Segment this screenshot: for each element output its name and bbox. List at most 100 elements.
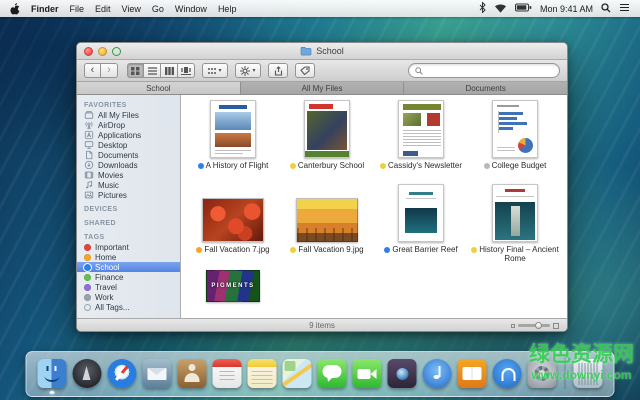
- sidebar-tag-work[interactable]: Work: [77, 292, 180, 302]
- dock-icon-photo-booth[interactable]: [388, 359, 417, 388]
- column-view-button[interactable]: [161, 63, 178, 78]
- sidebar-item-label: Travel: [95, 283, 117, 292]
- dock-icon-contacts[interactable]: [178, 359, 207, 388]
- minimize-button[interactable]: [98, 47, 107, 56]
- sidebar-tag-home[interactable]: Home: [77, 252, 180, 262]
- tag-dot: [84, 254, 91, 261]
- zoom-button[interactable]: [112, 47, 121, 56]
- tag-dot: [380, 163, 386, 169]
- sidebar-tag-school[interactable]: School: [77, 262, 180, 272]
- pictures-icon: [84, 190, 94, 200]
- window-titlebar[interactable]: School: [77, 43, 567, 60]
- sidebar-tag-finance[interactable]: Finance: [77, 272, 180, 282]
- share-button[interactable]: [268, 63, 288, 78]
- sidebar-tag-important[interactable]: Important: [77, 242, 180, 252]
- apple-menu-icon[interactable]: [10, 3, 20, 15]
- window-toolbar: ‹ › ▾ ▾: [77, 60, 567, 82]
- file-item[interactable]: Cassidy's Newsletter: [374, 98, 468, 182]
- file-thumbnail: [468, 182, 562, 242]
- battery-icon[interactable]: [515, 3, 532, 14]
- menu-edit[interactable]: Edit: [95, 4, 111, 14]
- back-button[interactable]: ‹: [84, 63, 101, 78]
- sidebar-header-devices[interactable]: DEVICES: [77, 204, 180, 214]
- menu-clock[interactable]: Mon 9:41 AM: [540, 4, 593, 14]
- sidebar-item-music[interactable]: Music: [77, 180, 180, 190]
- menu-finder[interactable]: Finder: [31, 4, 59, 14]
- file-item[interactable]: History Final – Ancient Rome: [468, 182, 562, 266]
- file-browser-content[interactable]: A History of Flight Canterbury School Ca…: [181, 95, 567, 318]
- file-item[interactable]: College Budget: [468, 98, 562, 182]
- dock-icon-finder[interactable]: [38, 359, 67, 388]
- document-thumbnail-art: [210, 100, 256, 158]
- sidebar-item-pictures[interactable]: Pictures: [77, 190, 180, 200]
- menu-file[interactable]: File: [70, 4, 85, 14]
- file-name: History Final – Ancient Rome: [479, 245, 559, 263]
- wifi-icon[interactable]: [494, 3, 507, 15]
- dock-icon-maps[interactable]: [283, 359, 312, 388]
- spotlight-icon[interactable]: [601, 3, 611, 15]
- forward-button[interactable]: ›: [101, 63, 118, 78]
- sidebar-item-downloads[interactable]: Downloads: [77, 160, 180, 170]
- dock-icon-notes[interactable]: [248, 359, 277, 388]
- file-item[interactable]: PIGMENTS: [186, 266, 280, 312]
- sidebar-item-all-my-files[interactable]: All My Files: [77, 110, 180, 120]
- sidebar-item-airdrop[interactable]: AirDrop: [77, 120, 180, 130]
- dock-icon-messages[interactable]: [318, 359, 347, 388]
- menu-go[interactable]: Go: [152, 4, 164, 14]
- close-button[interactable]: [84, 47, 93, 56]
- dock-icon-launchpad[interactable]: [73, 359, 102, 388]
- action-menu-button[interactable]: ▾: [235, 63, 261, 78]
- tag-dot: [84, 264, 91, 271]
- all-my-files-icon: [84, 110, 94, 120]
- bluetooth-icon[interactable]: [479, 2, 486, 15]
- file-item[interactable]: Fall Vacation 9.jpg: [280, 182, 374, 266]
- window-title-text: School: [316, 46, 344, 56]
- file-item[interactable]: Canterbury School: [280, 98, 374, 182]
- dock-icon-calendar[interactable]: [213, 359, 242, 388]
- arrange-menu-button[interactable]: ▾: [202, 63, 228, 78]
- menu-view[interactable]: View: [122, 4, 141, 14]
- sidebar-item-applications[interactable]: Applications: [77, 130, 180, 140]
- tag-dot: [84, 284, 91, 291]
- sidebar-tag-all-tags[interactable]: All Tags...: [77, 302, 180, 312]
- document-thumbnail-art: [492, 184, 538, 242]
- menu-window[interactable]: Window: [175, 4, 207, 14]
- sidebar-item-desktop[interactable]: Desktop: [77, 140, 180, 150]
- tab-all-my-files[interactable]: All My Files: [241, 82, 405, 94]
- dock-icon-ibooks[interactable]: [458, 359, 487, 388]
- coverflow-view-button[interactable]: [178, 63, 195, 78]
- icon-view-button[interactable]: [127, 63, 144, 78]
- edit-tags-button[interactable]: [295, 63, 315, 78]
- tab-documents[interactable]: Documents: [404, 82, 567, 94]
- menu-help[interactable]: Help: [218, 4, 237, 14]
- sidebar-item-documents[interactable]: Documents: [77, 150, 180, 160]
- file-label: Cassidy's Newsletter: [380, 161, 462, 170]
- dock-icon-itunes[interactable]: [423, 359, 452, 388]
- file-label: History Final – Ancient Rome: [471, 245, 559, 263]
- dock-icon-app-store[interactable]: [493, 359, 522, 388]
- dock-icon-safari[interactable]: [108, 359, 137, 388]
- slider-knob[interactable]: [535, 322, 542, 329]
- search-field[interactable]: [408, 63, 560, 78]
- notification-center-icon[interactable]: [619, 3, 630, 14]
- list-view-button[interactable]: [144, 63, 161, 78]
- icon-size-slider[interactable]: [511, 319, 559, 332]
- photo-thumbnail-art: [296, 198, 358, 242]
- desktop: { "menu_bar": { "items": ["Finder", "Fil…: [0, 0, 640, 400]
- slider-track[interactable]: [518, 324, 550, 327]
- music-icon: [84, 180, 94, 190]
- dock-icon-facetime[interactable]: [353, 359, 382, 388]
- file-name: Canterbury School: [298, 161, 364, 170]
- sidebar-tag-travel[interactable]: Travel: [77, 282, 180, 292]
- dock-icon-mail[interactable]: [143, 359, 172, 388]
- sidebar-header-shared[interactable]: SHARED: [77, 218, 180, 228]
- small-icons-glyph: [511, 324, 515, 328]
- file-item[interactable]: A History of Flight: [186, 98, 280, 182]
- tab-school[interactable]: School: [77, 82, 241, 94]
- search-input[interactable]: [426, 66, 553, 75]
- file-item[interactable]: Fall Vacation 7.jpg: [186, 182, 280, 266]
- sidebar-header-tags[interactable]: TAGS: [77, 232, 180, 242]
- tab-bar: School All My Files Documents: [77, 82, 567, 95]
- sidebar-item-movies[interactable]: Movies: [77, 170, 180, 180]
- file-item[interactable]: Great Barrier Reef: [374, 182, 468, 266]
